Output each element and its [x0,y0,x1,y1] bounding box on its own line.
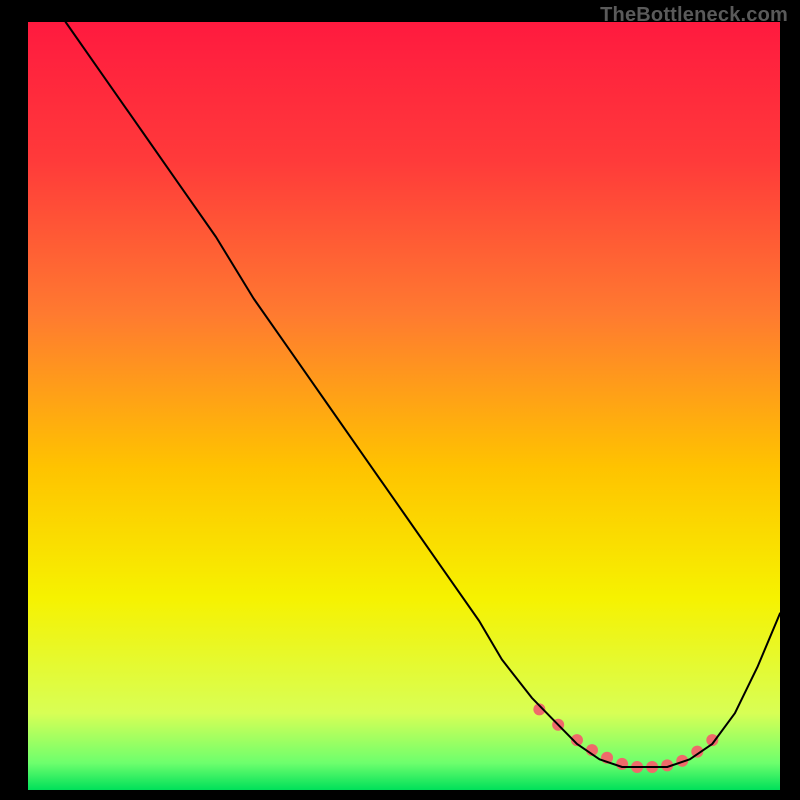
plot-area [28,22,780,790]
bottleneck-chart [0,0,800,800]
optimal-zone-marker [616,758,628,770]
watermark-text: TheBottleneck.com [600,4,788,27]
chart-container: { "watermark": "TheBottleneck.com", "cha… [0,0,800,800]
